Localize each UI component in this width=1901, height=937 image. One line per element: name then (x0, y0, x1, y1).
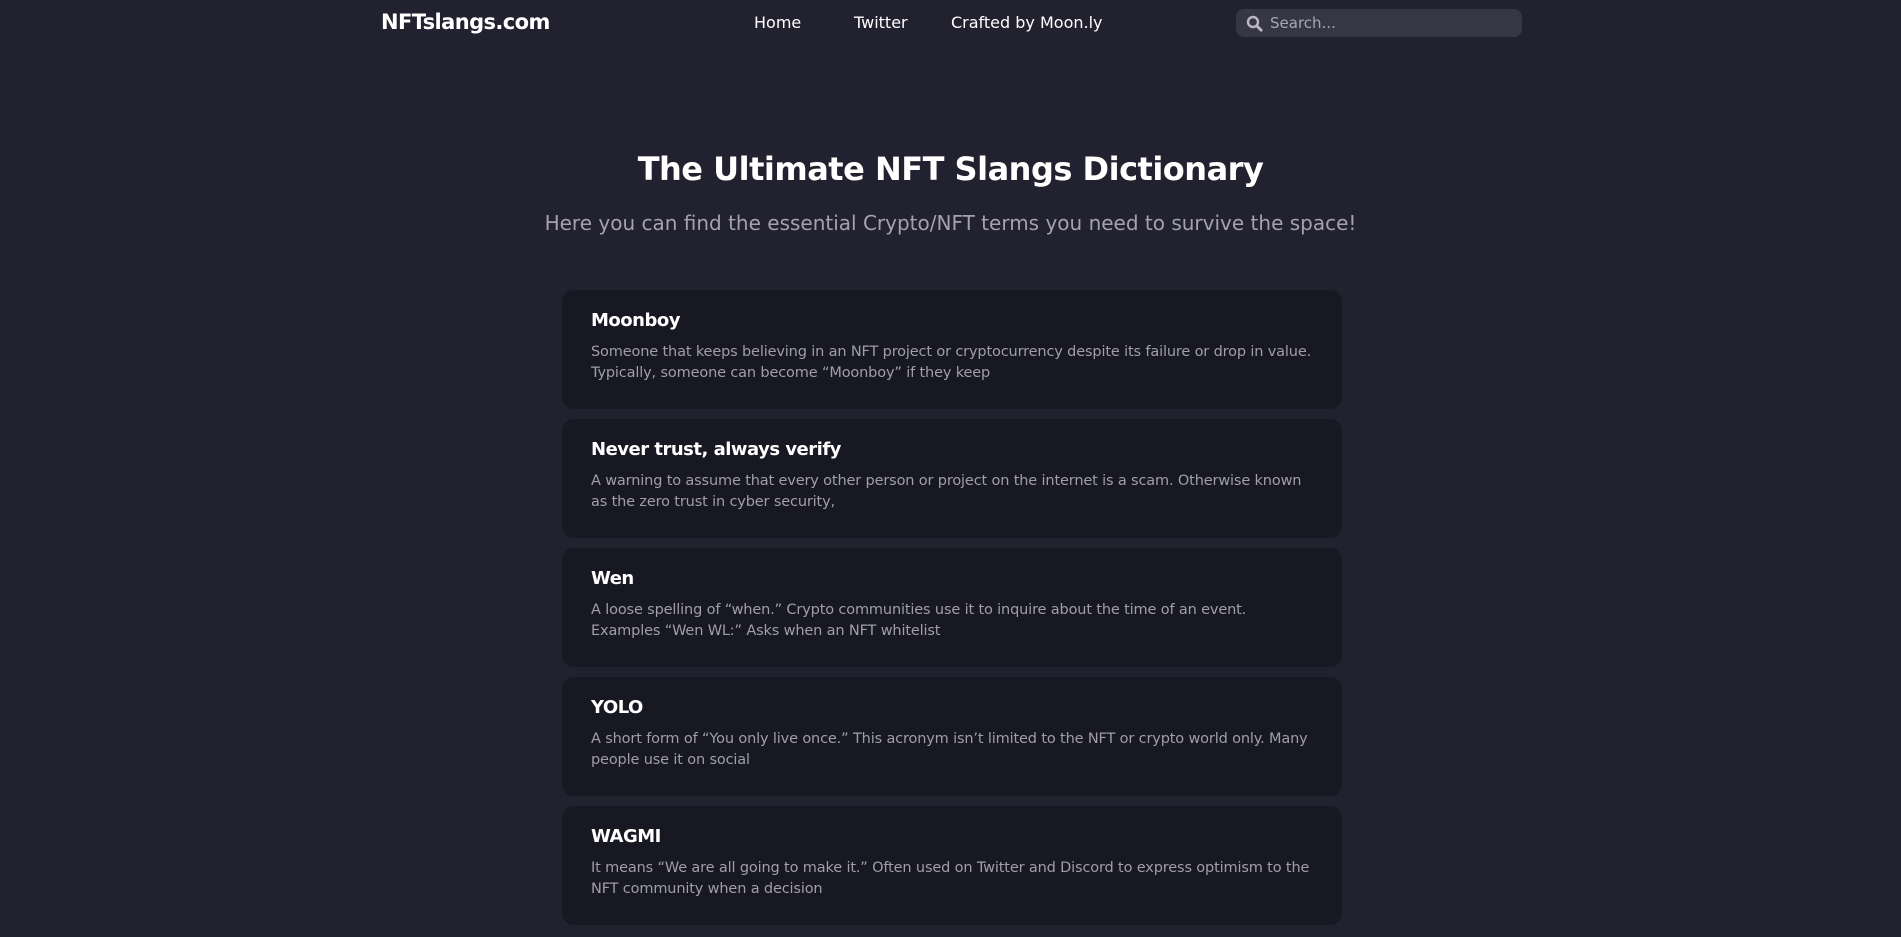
term-card[interactable]: YOLO A short form of “You only live once… (562, 677, 1342, 796)
search-input[interactable] (1270, 9, 1514, 37)
nav-crafted-by-link[interactable]: Crafted by Moon.ly (951, 13, 1103, 32)
term-card[interactable]: Never trust, always verify A warning to … (562, 419, 1342, 538)
term-card[interactable]: Wen A loose spelling of “when.” Crypto c… (562, 548, 1342, 667)
site-logo[interactable]: NFTslangs.com (381, 10, 550, 34)
term-description: A warning to assume that every other per… (591, 473, 1302, 510)
page-subtitle: Here you can find the essential Crypto/N… (544, 211, 1357, 235)
term-title: WAGMI (591, 826, 661, 847)
search-icon (1246, 15, 1263, 32)
term-description: A loose spelling of “when.” Crypto commu… (591, 602, 1247, 639)
term-card[interactable]: Moonboy Someone that keeps believing in … (562, 290, 1342, 409)
term-list: Moonboy Someone that keeps believing in … (562, 290, 1342, 935)
term-description: Someone that keeps believing in an NFT p… (591, 344, 1312, 381)
nav-home-link[interactable]: Home (754, 13, 801, 32)
page-title: The Ultimate NFT Slangs Dictionary (637, 150, 1264, 188)
term-title: Never trust, always verify (591, 439, 841, 460)
term-description: It means “We are all going to make it.” … (591, 860, 1310, 897)
term-title: Wen (591, 568, 634, 589)
top-navigation: NFTslangs.com Home Twitter Crafted by Mo… (0, 0, 1901, 46)
term-card[interactable]: WAGMI It means “We are all going to make… (562, 806, 1342, 925)
term-description: A short form of “You only live once.” Th… (591, 731, 1308, 768)
term-title: YOLO (591, 697, 643, 718)
search-box[interactable] (1236, 9, 1522, 37)
term-title: Moonboy (591, 310, 680, 331)
nav-twitter-link[interactable]: Twitter (854, 13, 908, 32)
